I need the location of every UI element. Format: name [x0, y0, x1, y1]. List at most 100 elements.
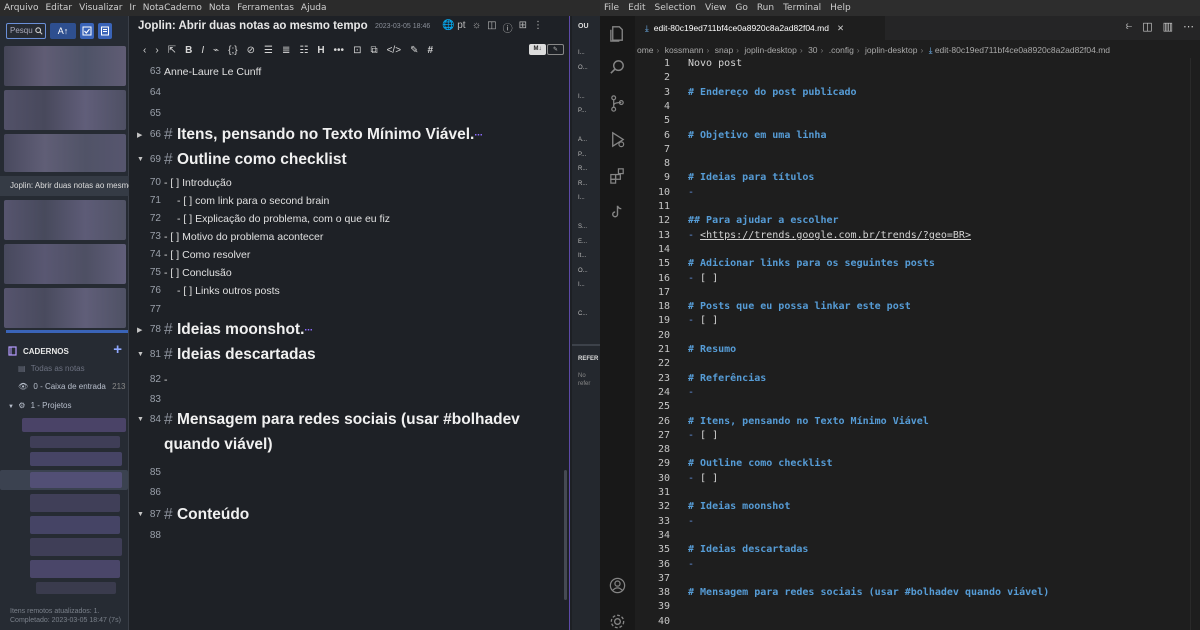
insert-icon[interactable]: ⧉ [370, 45, 377, 56]
note-title[interactable]: Joplin: Abrir duas notas ao mesmo tempo [138, 20, 368, 32]
outline-item[interactable]: S... [578, 224, 587, 230]
fold-ellipsis-icon[interactable]: ⋯ [474, 130, 482, 139]
menu-edit[interactable]: Edit [628, 3, 645, 13]
url-link[interactable]: <https://trends.google.com.br/trends/?ge… [700, 230, 971, 241]
outline-item[interactable]: P... [578, 152, 586, 158]
back-icon[interactable]: ‹ [143, 45, 146, 56]
fold-ellipsis-icon[interactable]: ⋯ [304, 325, 312, 334]
breadcrumb-item[interactable]: kossmann [665, 45, 704, 55]
breadcrumb-item[interactable]: edit-80c19ed711bf4ce0a8920c8a2ad82f04.md [935, 45, 1110, 55]
notebook-item[interactable] [30, 472, 122, 488]
markdown-mode-badge[interactable]: M↓ [529, 44, 546, 55]
menu-help[interactable]: Help [830, 3, 851, 13]
insert-date-icon[interactable]: ⊡ [353, 45, 361, 56]
outline-item[interactable]: I... [578, 94, 585, 100]
open-changes-icon[interactable]: ⥼ [1126, 20, 1132, 33]
fold-open-icon[interactable]: ▼ [137, 156, 144, 163]
menu-notacaderno[interactable]: NotaCaderno [143, 3, 202, 13]
richtext-mode-icon[interactable]: ✎ [547, 44, 564, 55]
breadcrumb-item[interactable]: joplin-desktop [865, 45, 917, 55]
html-icon[interactable]: </> [387, 45, 401, 56]
add-notebook-icon[interactable]: + [113, 341, 122, 358]
tag-icon[interactable]: ⊞ [519, 20, 527, 35]
account-icon[interactable] [608, 576, 627, 595]
inbox-notebook[interactable]: 👁 0 - Caixa de entrada 213 [18, 382, 125, 391]
notebook-item[interactable] [30, 494, 120, 512]
outline-item[interactable]: It... [578, 253, 586, 259]
new-note-button[interactable] [98, 23, 112, 39]
outline-item[interactable]: I... [578, 50, 585, 56]
menu-file[interactable]: File [604, 3, 619, 13]
menu-go[interactable]: Go [735, 3, 747, 13]
outline-item[interactable]: I... [578, 282, 585, 288]
numbered-list-icon[interactable]: ≣ [282, 45, 290, 56]
fold-open-icon[interactable]: ▼ [137, 351, 144, 358]
menu-visualizar[interactable]: Visualizar [79, 3, 122, 13]
notebook-item[interactable] [30, 560, 120, 578]
editor-mode-toggle[interactable]: M↓ ✎ [529, 44, 564, 55]
list-item[interactable] [4, 288, 126, 328]
menu-editar[interactable]: Editar [45, 3, 72, 13]
manage-gear-icon[interactable] [608, 612, 627, 630]
code-icon[interactable]: {;} [228, 45, 237, 56]
outline-item[interactable]: O... [578, 268, 588, 274]
outline-item[interactable]: P... [578, 108, 586, 114]
notebooks-header[interactable]: CADERNOS + [8, 341, 122, 358]
outline-item[interactable]: O... [578, 65, 588, 71]
spellcheck-language[interactable]: 🌐 pt [442, 20, 466, 31]
notebook-item[interactable] [30, 538, 122, 556]
link-icon[interactable]: ⌁ [213, 45, 219, 56]
plugin-icon[interactable]: ✎ [410, 45, 418, 56]
info-icon[interactable]: ⓘ [503, 20, 513, 35]
notebook-item[interactable] [30, 516, 120, 534]
breadcrumb-item[interactable]: joplin-desktop [744, 45, 796, 55]
tiktok-icon[interactable] [608, 202, 627, 221]
breadcrumb-item[interactable]: snap [715, 45, 733, 55]
layout-icon[interactable]: ◫ [487, 20, 496, 35]
preview-icon[interactable]: ◫ [1142, 20, 1152, 33]
outline-item[interactable]: E... [578, 239, 587, 245]
projects-notebook[interactable]: ▼ ⚙ 1 - Projetos [8, 401, 72, 410]
pane-divider[interactable] [569, 16, 570, 630]
fold-open-icon[interactable]: ▼ [137, 511, 144, 518]
close-icon[interactable]: ✕ [837, 23, 844, 33]
alarm-icon[interactable]: ☼ [472, 20, 481, 35]
list-item[interactable] [4, 46, 126, 86]
outline-item[interactable]: C... [578, 311, 587, 317]
breadcrumb-item[interactable]: ome [637, 45, 654, 55]
editor-scrollbar[interactable] [1190, 58, 1200, 630]
breadcrumb-item[interactable]: 30 [808, 45, 817, 55]
menu-arquivo[interactable]: Arquivo [4, 3, 38, 13]
extensions-icon[interactable] [608, 166, 627, 185]
forward-icon[interactable]: › [155, 45, 158, 56]
menu-ajuda[interactable]: Ajuda [301, 3, 327, 13]
tab-active-file[interactable]: ⤓ edit-80c19ed711bf4ce0a8920c8a2ad82f04.m… [635, 16, 885, 40]
fold-closed-icon[interactable]: ▶ [137, 131, 142, 139]
menu-nota[interactable]: Nota [209, 3, 230, 13]
more-actions-icon[interactable]: ⋯ [1183, 20, 1194, 33]
toggle-todo-button[interactable] [80, 23, 94, 39]
horizontal-rule-icon[interactable]: ••• [334, 45, 345, 56]
source-control-icon[interactable] [608, 94, 627, 113]
editor-scrollbar[interactable] [564, 470, 567, 600]
menu-ir[interactable]: Ir [129, 3, 135, 13]
split-editor-icon[interactable]: ▥ [1163, 20, 1173, 33]
checklist-icon[interactable]: ☷ [299, 45, 308, 56]
notebook-item[interactable] [30, 436, 120, 448]
notebook-item[interactable] [22, 418, 126, 432]
sort-order-button[interactable]: A↑ [50, 23, 76, 39]
menu-selection[interactable]: Selection [655, 3, 696, 13]
heading-icon[interactable]: H [317, 45, 324, 56]
outline-item[interactable]: R... [578, 181, 587, 187]
run-debug-icon[interactable] [608, 130, 627, 149]
fold-closed-icon[interactable]: ▶ [137, 326, 142, 334]
list-item[interactable] [4, 90, 126, 130]
explorer-icon[interactable] [608, 24, 627, 43]
breadcrumb-item[interactable]: .config [829, 45, 854, 55]
list-item[interactable] [4, 244, 126, 284]
outline-item[interactable]: I... [578, 195, 585, 201]
outline-item[interactable]: A... [578, 137, 587, 143]
menu-run[interactable]: Run [757, 3, 774, 13]
italic-icon[interactable]: I [201, 45, 204, 56]
menu-terminal[interactable]: Terminal [783, 3, 821, 13]
